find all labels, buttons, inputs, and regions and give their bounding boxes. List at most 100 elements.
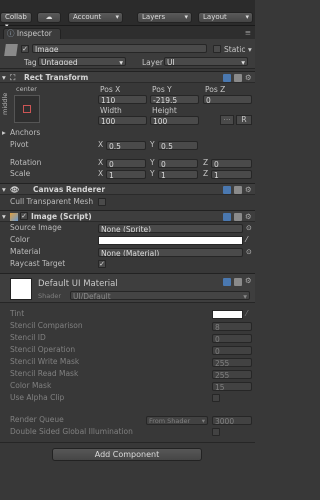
rotation-y-field[interactable]: 0	[158, 159, 198, 168]
gear-icon[interactable]: ⚙	[245, 276, 252, 285]
layers-button[interactable]: Layers ▾	[137, 12, 192, 23]
layout-label: Layout	[203, 13, 227, 21]
pivot-y-field[interactable]: 0.5	[158, 141, 198, 150]
blueprint-mode-button[interactable]: ⋯	[220, 115, 234, 125]
raycast-target-checkbox[interactable]: ✓	[98, 260, 106, 268]
tab-inspector[interactable]: ⓘ Inspector	[3, 28, 61, 39]
rotation-z-field[interactable]: 0	[211, 159, 252, 168]
stencil-id-label: Stencil ID	[10, 333, 46, 342]
material-header[interactable]: Default UI Material Shader UI/Default ▾ ⚙	[0, 273, 255, 303]
height-label: Height	[152, 106, 177, 115]
pivot-row: Pivot X 0.5 Y 0.5	[0, 140, 255, 150]
stencil-id-field[interactable]: 0	[212, 334, 252, 343]
cull-transparent-mesh-checkbox[interactable]	[98, 198, 106, 206]
eyedropper-icon[interactable]: ⁄	[246, 235, 247, 245]
scale-z-field[interactable]: 1	[211, 170, 252, 179]
object-picker-icon[interactable]: ⊙	[246, 247, 252, 257]
raw-edit-label: R	[241, 115, 247, 124]
stencil-id-row: Stencil ID 0	[0, 333, 255, 343]
chevron-down-icon: ▾	[115, 13, 119, 21]
rotation-row: Rotation X 0 Y 0 Z 0	[0, 158, 255, 168]
source-image-field[interactable]: None (Sprite)	[98, 224, 243, 233]
width-field[interactable]: 100	[98, 116, 147, 125]
rect-transform-header[interactable]: ▾ ⛶ Rect Transform ⚙	[0, 71, 255, 83]
preset-icon[interactable]	[234, 186, 242, 194]
stencil-comparison-label: Stencil Comparison	[10, 321, 83, 330]
use-alpha-clip-checkbox[interactable]	[212, 394, 220, 402]
material-label: Material	[10, 247, 41, 256]
stencil-operation-row: Stencil Operation 0	[0, 345, 255, 355]
object-picker-icon[interactable]: ⊙	[246, 223, 252, 233]
add-component-label: Add Component	[94, 450, 160, 459]
tag-dropdown[interactable]: Untagged ▾	[38, 57, 126, 66]
anchors-row[interactable]: ▸ Anchors	[0, 128, 255, 138]
render-queue-label: Render Queue	[10, 415, 64, 424]
gear-icon[interactable]: ⚙	[245, 184, 252, 196]
collab-button[interactable]: Collab ▾	[0, 12, 32, 30]
canvas-renderer-header[interactable]: ▾ 👁 Canvas Renderer ⚙	[0, 183, 255, 195]
scale-y-field[interactable]: 1	[158, 170, 198, 179]
help-icon[interactable]	[223, 74, 231, 82]
stencil-operation-field[interactable]: 0	[212, 346, 252, 355]
color-swatch[interactable]	[98, 236, 243, 245]
expand-arrow-icon: ▸	[2, 128, 6, 137]
cull-transparent-mesh-row: Cull Transparent Mesh	[0, 197, 255, 207]
posx-field[interactable]: 110	[98, 95, 147, 104]
preset-icon[interactable]	[234, 278, 242, 286]
top-toolbar: Collab ▾ ☁ Account ▾ Layers ▾ Layout ▾	[0, 0, 255, 30]
static-toggle[interactable]	[213, 45, 221, 53]
help-icon[interactable]	[223, 278, 231, 286]
tag-label: Tag	[24, 58, 37, 67]
anchors-label: Anchors	[10, 128, 41, 137]
raw-edit-button[interactable]: R	[236, 115, 252, 125]
gear-icon[interactable]: ⚙	[245, 72, 252, 84]
preset-icon[interactable]	[234, 213, 242, 221]
render-queue-value-field[interactable]: 3000	[212, 416, 252, 425]
stencil-write-mask-row: Stencil Write Mask 255	[0, 357, 255, 367]
object-name-field[interactable]: Image	[32, 44, 207, 53]
gear-icon[interactable]: ⚙	[245, 211, 252, 223]
layout-button[interactable]: Layout ▾	[198, 12, 253, 23]
anchor-presets-button[interactable]	[14, 95, 40, 123]
posy-field[interactable]: -219.5	[150, 95, 199, 104]
pivot-x-field[interactable]: 0.5	[106, 141, 146, 150]
stencil-write-mask-label: Stencil Write Mask	[10, 357, 80, 366]
image-enabled-toggle[interactable]: ✓	[20, 212, 28, 220]
image-script-header[interactable]: ▾ ✓ Image (Script) ⚙	[0, 210, 255, 222]
cloud-button[interactable]: ☁	[37, 12, 61, 23]
more-options-icon[interactable]: ≡	[245, 28, 251, 37]
add-component-button[interactable]: Add Component	[52, 448, 202, 461]
preset-icon[interactable]	[234, 74, 242, 82]
eyedropper-icon[interactable]: ⁄	[246, 309, 247, 319]
rotation-z-label: Z	[203, 158, 209, 167]
render-queue-mode-dropdown[interactable]: From Shader ▾	[146, 416, 208, 425]
layer-dropdown[interactable]: UI ▾	[164, 57, 248, 66]
tint-swatch[interactable]	[212, 310, 243, 319]
shader-dropdown[interactable]: UI/Default ▾	[70, 291, 250, 300]
posz-field[interactable]: 0	[203, 95, 252, 104]
scale-x-label: X	[98, 169, 104, 178]
height-field[interactable]: 100	[150, 116, 199, 125]
width-label: Width	[100, 106, 122, 115]
material-preview-icon	[10, 278, 32, 300]
stencil-comparison-field[interactable]: 8	[212, 322, 252, 331]
material-row: Material None (Material) ⊙	[0, 247, 255, 257]
pivot-x-label: X	[98, 140, 104, 149]
object-header: ✓ Image Static ▾ Tag Untagged ▾ Layer UI ▾	[0, 39, 255, 69]
help-icon[interactable]	[223, 213, 231, 221]
stencil-write-mask-field[interactable]: 255	[212, 358, 252, 367]
color-mask-field[interactable]: 15	[212, 382, 252, 391]
active-toggle[interactable]: ✓	[21, 45, 29, 53]
collab-label: Collab	[5, 13, 27, 21]
scale-x-field[interactable]: 1	[106, 170, 146, 179]
double-sided-gi-checkbox[interactable]	[212, 428, 220, 436]
material-field[interactable]: None (Material)	[98, 248, 243, 257]
help-icon[interactable]	[223, 186, 231, 194]
rotation-x-field[interactable]: 0	[106, 159, 146, 168]
eye-icon: 👁	[10, 185, 20, 194]
chevron-down-icon[interactable]: ▾	[248, 45, 252, 54]
stencil-read-mask-field[interactable]: 255	[212, 370, 252, 379]
source-image-label: Source Image	[10, 223, 62, 232]
static-label: Static	[224, 45, 246, 54]
account-button[interactable]: Account ▾	[68, 12, 123, 23]
